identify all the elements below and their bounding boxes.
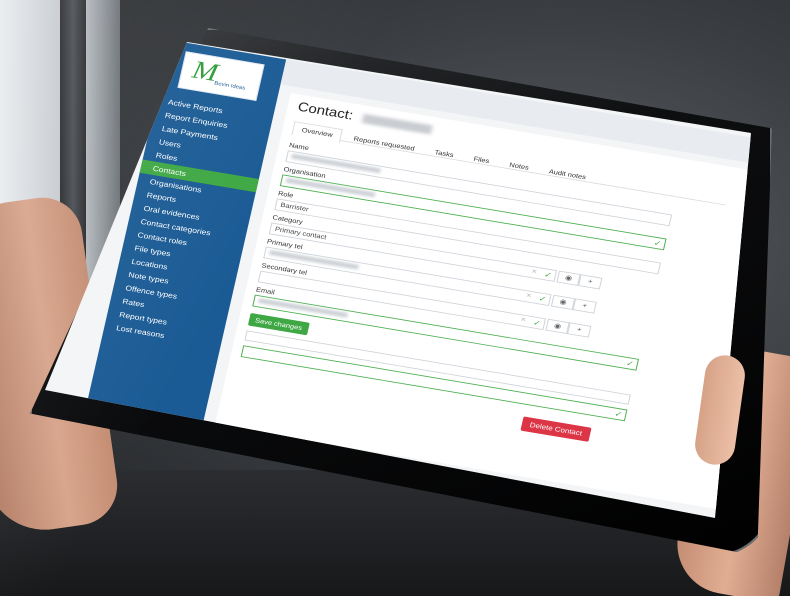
check-icon: ✓ [613, 409, 624, 419]
eye-icon[interactable]: ◉ [556, 270, 581, 286]
check-icon: ✓ [543, 270, 553, 280]
app-logo[interactable]: M Bevin Ideas [177, 51, 265, 101]
plus-icon[interactable]: + [567, 322, 592, 338]
eye-icon[interactable]: ◉ [550, 294, 576, 310]
check-icon: ✓ [652, 238, 663, 248]
clear-icon[interactable]: ✕ [519, 315, 527, 326]
check-icon: ✓ [532, 318, 542, 328]
logo-text: Bevin Ideas [213, 81, 246, 92]
check-icon: ✓ [625, 358, 635, 369]
page-title-text: Contact: [296, 99, 355, 123]
delete-contact-button[interactable]: Delete Contact [520, 416, 592, 442]
tab-files[interactable]: Files [464, 151, 498, 169]
contact-name-redacted [361, 113, 433, 135]
clear-icon[interactable]: ✕ [530, 267, 538, 278]
check-icon: ✓ [537, 294, 548, 304]
tab-notes[interactable]: Notes [500, 157, 538, 175]
eye-icon[interactable]: ◉ [545, 318, 570, 335]
plus-icon[interactable]: + [572, 298, 597, 314]
plus-icon[interactable]: + [578, 274, 603, 290]
clear-icon[interactable]: ✕ [525, 291, 533, 302]
tab-tasks[interactable]: Tasks [425, 144, 462, 162]
